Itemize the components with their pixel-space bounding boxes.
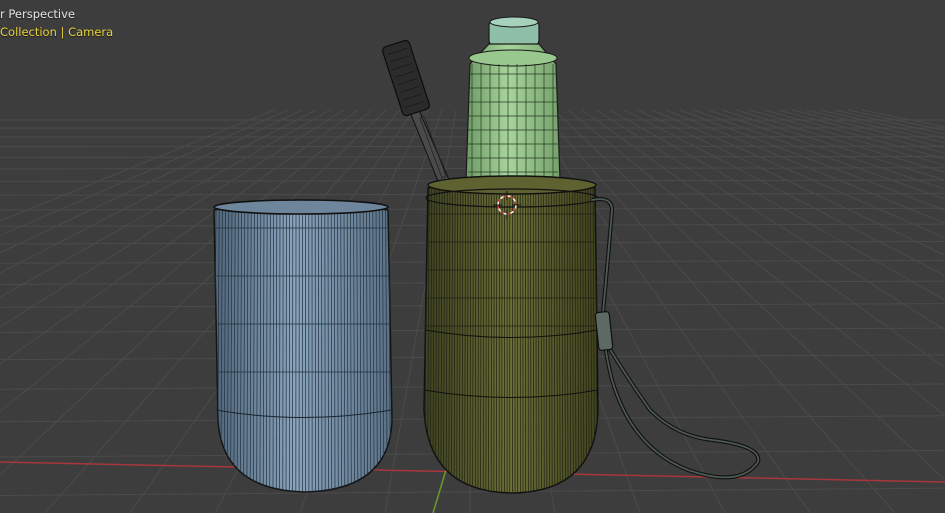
y-axis-line [432, 469, 447, 513]
collection-camera-label: Collection | Camera [0, 25, 114, 39]
lanyard-strap[interactable] [591, 197, 761, 480]
bottle-object[interactable] [465, 16, 561, 181]
case-object[interactable] [422, 175, 600, 495]
viewport-scene[interactable] [0, 0, 945, 513]
cup-object[interactable] [213, 199, 394, 495]
toothbrush-object[interactable] [382, 39, 451, 187]
3d-viewport[interactable]: r Perspective Collection | Camera [0, 0, 945, 513]
view-perspective-label: r Perspective [0, 7, 75, 21]
